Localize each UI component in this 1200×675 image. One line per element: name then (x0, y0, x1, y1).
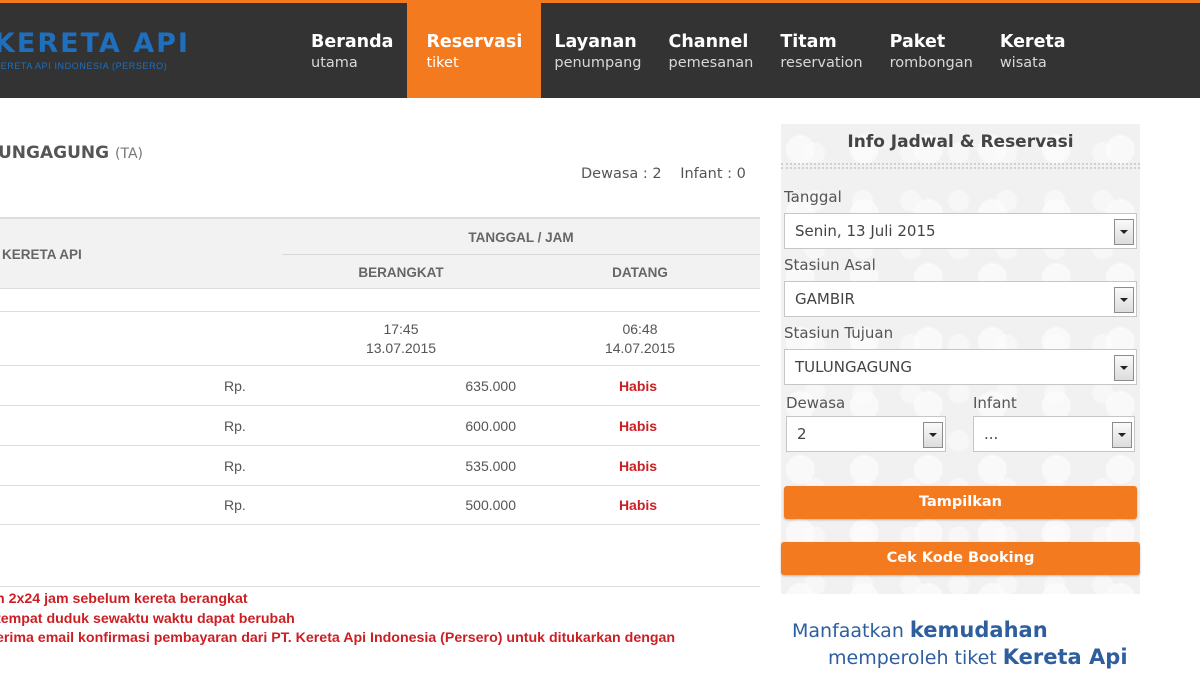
note-line: erima email konfirmasi pembayaran dari P… (0, 630, 676, 646)
destination-select-value: TULUNGAGUNG (795, 358, 913, 376)
top-header: KERETA API KERETA API INDONESIA (PERSERO… (0, 0, 1200, 98)
nav-main-label: Reservasi (426, 32, 523, 52)
destination-station-select[interactable]: TULUNGAGUNG (784, 349, 1137, 385)
fare-status: Habis (618, 418, 658, 434)
infant-count-select[interactable]: ... (973, 416, 1135, 452)
brand-subtitle: KERETA API INDONESIA (PERSERO) (0, 61, 168, 71)
chevron-down-icon[interactable] (1114, 219, 1134, 245)
nav-main-label: Paket (889, 32, 946, 52)
panel-title: Info Jadwal & Reservasi (847, 132, 1074, 152)
nav-sub-label: rombongan (889, 55, 973, 71)
fare-row: Rp. 535.000 Habis (0, 446, 760, 486)
chevron-down-icon[interactable] (1112, 422, 1132, 448)
arrival-date: 14.07.2015 (604, 340, 676, 356)
nav-sub-label: reservation (780, 55, 863, 71)
promo-line-1: Manfaatkan kemudahan (792, 618, 1048, 642)
notes-divider (0, 586, 760, 587)
chevron-down-icon[interactable] (1114, 287, 1134, 313)
schedule-table-header: KERETA API TANGGAL / JAM BERANGKAT DATAN… (0, 217, 760, 289)
adult-count-select[interactable]: 2 (786, 416, 946, 452)
panel-divider (781, 163, 1140, 169)
promo-line-2: memperoleh tiket Kereta Api (828, 645, 1128, 669)
fare-status: Habis (618, 497, 658, 513)
fare-price: 600.000 (465, 418, 516, 434)
brand-title: KERETA API (0, 28, 190, 59)
nav-main-label: Titam (780, 32, 837, 52)
promo-emphasis: Kereta Api (1002, 645, 1128, 669)
nav-main-label: Kereta (999, 32, 1066, 52)
fare-status: Habis (618, 378, 658, 394)
promo-text: memperoleh tiket (828, 647, 1003, 669)
fare-price: 500.000 (465, 497, 516, 513)
col-header-train: KERETA API (2, 247, 82, 262)
promo-text: Manfaatkan (792, 620, 910, 642)
nav-main-label: Channel (668, 32, 749, 52)
main-nav: Beranda utama Reservasi tiket Layanan pe… (298, 3, 1080, 98)
fare-currency: Rp. (224, 458, 246, 474)
col-header-datetime: TANGGAL / JAM (468, 230, 574, 245)
note-line: n 2x24 jam sebelum kereta berangkat (0, 591, 248, 607)
departure-datetime: 17:45 13.07.2015 (282, 320, 520, 358)
show-schedule-button[interactable]: Tampilkan (784, 486, 1137, 519)
nav-item-beranda[interactable]: Beranda utama (298, 3, 407, 98)
infant-select-value: ... (984, 425, 999, 443)
row-divider (0, 524, 760, 525)
chevron-down-icon[interactable] (1114, 355, 1134, 381)
promo-emphasis: kemudahan (909, 618, 1048, 642)
nav-item-kereta[interactable]: Kereta wisata (987, 3, 1080, 98)
route-station-code: (TA) (115, 146, 143, 162)
check-booking-code-button[interactable]: Cek Kode Booking (781, 542, 1140, 575)
nav-item-paket[interactable]: Paket rombongan (877, 3, 987, 98)
fare-price: 635.000 (465, 378, 516, 394)
header-divider (282, 254, 760, 255)
col-header-depart: BERANGKAT (358, 265, 444, 280)
route-destination: UNGAGUNG (TA) (0, 143, 143, 163)
route-station: UNGAGUNG (0, 143, 110, 163)
departure-date: 13.07.2015 (365, 340, 437, 356)
row-divider (0, 311, 760, 312)
fare-row: Rp. 600.000 Habis (0, 406, 760, 446)
origin-station-select[interactable]: GAMBIR (784, 281, 1137, 317)
nav-item-reservasi[interactable]: Reservasi tiket (407, 3, 542, 98)
nav-main-label: Layanan (554, 32, 637, 52)
date-select-value: Senin, 13 Juli 2015 (795, 222, 936, 240)
passenger-summary: Dewasa : 2 Infant : 0 (581, 166, 760, 182)
infant-label: Infant (973, 394, 1017, 412)
chevron-down-icon[interactable] (923, 422, 943, 448)
departure-time: 17:45 (383, 321, 419, 337)
nav-sub-label: wisata (999, 55, 1047, 71)
fare-currency: Rp. (224, 418, 246, 434)
origin-label: Stasiun Asal (784, 256, 876, 274)
arrival-time: 06:48 (622, 321, 658, 337)
nav-item-titam[interactable]: Titam reservation (767, 3, 876, 98)
nav-item-layanan[interactable]: Layanan penumpang (541, 3, 655, 98)
nav-sub-label: pemesanan (668, 55, 754, 71)
infant-count: Infant : 0 (680, 166, 746, 182)
fare-price: 535.000 (465, 458, 516, 474)
date-select[interactable]: Senin, 13 Juli 2015 (784, 213, 1137, 249)
fare-row: Rp. 635.000 Habis (0, 366, 760, 406)
note-line: tempat duduk sewaktu waktu dapat berubah (0, 610, 295, 627)
nav-main-label: Beranda (311, 32, 394, 52)
fare-row: Rp. 500.000 Habis (0, 485, 760, 525)
schedule-reservation-panel: Info Jadwal & Reservasi Tanggal Senin, 1… (781, 124, 1140, 594)
brand-logo[interactable]: KERETA API KERETA API INDONESIA (PERSERO… (0, 28, 190, 72)
adult-select-value: 2 (797, 425, 807, 443)
fare-currency: Rp. (224, 378, 246, 394)
arrival-datetime: 06:48 14.07.2015 (520, 320, 760, 358)
nav-sub-label: tiket (426, 55, 459, 71)
adult-count: Dewasa : 2 (581, 166, 662, 182)
booking-notes: n 2x24 jam sebelum kereta berangkat temp… (0, 590, 675, 649)
fare-currency: Rp. (224, 497, 246, 513)
origin-select-value: GAMBIR (795, 290, 855, 308)
nav-sub-label: penumpang (554, 55, 642, 71)
date-label: Tanggal (784, 188, 842, 206)
nav-item-channel[interactable]: Channel pemesanan (655, 3, 767, 98)
nav-sub-label: utama (311, 55, 358, 71)
adult-label: Dewasa (786, 394, 846, 412)
fare-status: Habis (618, 458, 658, 474)
col-header-arrive: DATANG (612, 265, 668, 280)
destination-label: Stasiun Tujuan (784, 324, 894, 342)
